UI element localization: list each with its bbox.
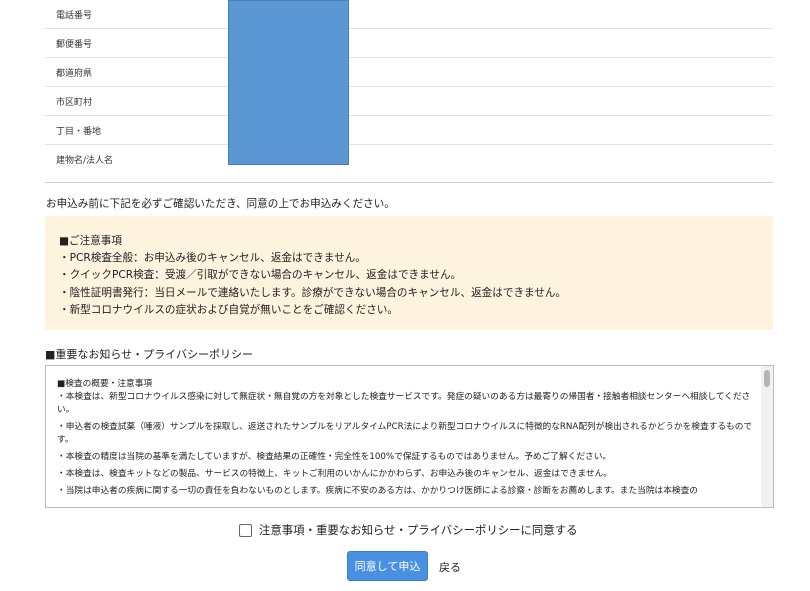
consent-row[interactable]: 注意事項・重要なお知らせ・プライバシーポリシーに同意する bbox=[239, 522, 577, 538]
back-link[interactable]: 戻る bbox=[439, 559, 461, 575]
privacy-paragraph: ・本検査は、検査キットなどの製品、サービスの特徴上、キットご利用のいかんにかかわ… bbox=[57, 469, 612, 479]
privacy-section-title: ■検査の概要・注意事項 bbox=[57, 379, 153, 389]
privacy-heading: ■重要なお知らせ・プライバシーポリシー bbox=[45, 348, 253, 361]
privacy-paragraph: ・本検査は、新型コロナウイルス感染に対して無症状・無自覚の方を対象とした検査サー… bbox=[57, 392, 751, 415]
privacy-paragraph: ・当院は申込者の疾病に関する一切の責任を負わないものとします。疾病に不安のある方… bbox=[57, 486, 698, 496]
phone-label: 電話番号 bbox=[56, 10, 93, 21]
privacy-policy-scrollbox[interactable]: ■検査の概要・注意事項 ・本検査は、新型コロナウイルス感染に対して無症状・無自覚… bbox=[45, 365, 774, 508]
street-label: 丁目・番地 bbox=[56, 126, 102, 137]
caution-line: ・PCR検査全般：お申込み後のキャンセル、返金はできません。 bbox=[59, 252, 366, 264]
privacy-paragraph: ・本検査の精度は当院の基準を満たしていますが、検査結果の正確性・完全性を100%… bbox=[57, 452, 612, 462]
scrollbar-thumb[interactable] bbox=[764, 370, 770, 387]
privacy-policy-content: ■検査の概要・注意事項 ・本検査は、新型コロナウイルス感染に対して無症状・無自覚… bbox=[57, 378, 761, 502]
form-row-street: 丁目・番地 bbox=[45, 116, 773, 145]
privacy-paragraph: ・申込者の検査試薬（唾液）サンプルを採取し、返送されたサンプルをリアルタイムPC… bbox=[57, 422, 753, 445]
redacted-values-block bbox=[228, 0, 349, 165]
caution-line: ・陰性証明書発行：当日メールで連絡いたします。診療ができない場合のキャンセル、返… bbox=[59, 286, 567, 299]
consent-checkbox[interactable] bbox=[239, 523, 252, 537]
address-form-table: 電話番号 郵便番号 都道府県 市区町村 丁目・番地 建物名/法人名 bbox=[45, 0, 773, 183]
agree-and-apply-button[interactable]: 同意して申込 bbox=[347, 551, 428, 581]
caution-line: ・クイックPCR検査：受渡／引取ができない場合のキャンセル、返金はできません。 bbox=[59, 269, 462, 282]
form-row-building: 建物名/法人名 bbox=[45, 145, 773, 174]
form-divider bbox=[45, 182, 773, 183]
confirmation-intro: お申込み前に下記を必ずご確認いただき、同意の上でお申込みください。 bbox=[46, 198, 395, 210]
prefecture-label: 都道府県 bbox=[56, 68, 93, 79]
caution-line: ・新型コロナウイルスの症状および自覚が無いことをご確認ください。 bbox=[59, 303, 398, 316]
city-label: 市区町村 bbox=[56, 97, 93, 108]
form-row-prefecture: 都道府県 bbox=[45, 58, 773, 87]
form-row-postal-code: 郵便番号 bbox=[45, 29, 773, 58]
building-label: 建物名/法人名 bbox=[56, 156, 114, 166]
consent-label[interactable]: 注意事項・重要なお知らせ・プライバシーポリシーに同意する bbox=[259, 522, 577, 538]
postal-code-label: 郵便番号 bbox=[56, 39, 93, 50]
caution-box: ■ご注意事項 ・PCR検査全般：お申込み後のキャンセル、返金はできません。 ・ク… bbox=[45, 216, 773, 330]
caution-title: ■ご注意事項 bbox=[59, 235, 122, 247]
privacy-scrollbar[interactable] bbox=[761, 366, 773, 507]
form-row-phone: 電話番号 bbox=[45, 0, 773, 29]
form-row-city: 市区町村 bbox=[45, 87, 773, 116]
